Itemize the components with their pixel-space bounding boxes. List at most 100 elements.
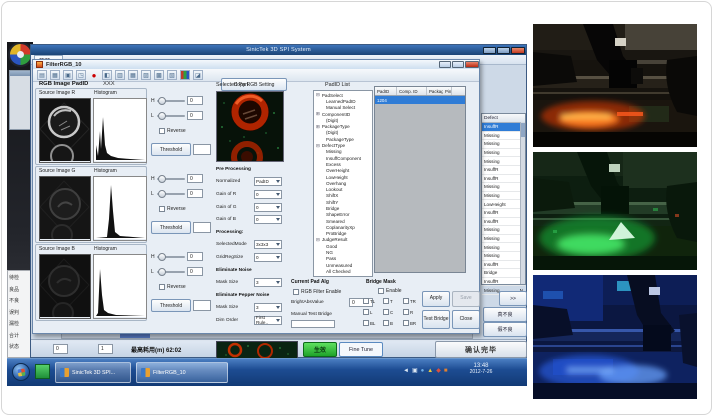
- l-slider-g[interactable]: [157, 190, 185, 198]
- param-dropdown[interactable]: 0: [254, 203, 282, 212]
- pad-table-selected-row[interactable]: 1204: [375, 96, 465, 104]
- param-dropdown[interactable]: 3: [254, 303, 282, 312]
- defect-row[interactable]: InsuffRN: [482, 218, 525, 227]
- tree-item[interactable]: All Checked: [316, 268, 372, 274]
- param-dropdown[interactable]: First Rule..: [254, 316, 282, 325]
- rgb-filter-icon[interactable]: [180, 70, 190, 80]
- bridge-mask-cell[interactable]: BR: [403, 320, 423, 326]
- defect-row[interactable]: MissingN: [482, 140, 525, 149]
- minimize-icon[interactable]: [483, 47, 496, 54]
- grid-icon[interactable]: ▦: [128, 70, 138, 80]
- dialog-close-icon[interactable]: [465, 61, 479, 68]
- print-icon[interactable]: ▣: [63, 70, 73, 80]
- save-button[interactable]: Save: [452, 291, 480, 307]
- reverse-checkbox-b[interactable]: [159, 284, 165, 290]
- source-image-b[interactable]: [39, 254, 91, 319]
- threshold-value-b[interactable]: [193, 300, 211, 311]
- threshold-value-r[interactable]: [193, 144, 211, 155]
- tray-icon[interactable]: ▲: [427, 368, 433, 374]
- param-dropdown[interactable]: 0: [254, 190, 282, 199]
- defect-row[interactable]: MissingN: [482, 132, 525, 141]
- close-icon[interactable]: [511, 47, 525, 54]
- close-button[interactable]: Close: [452, 310, 480, 329]
- source-image-r[interactable]: [39, 98, 91, 163]
- main-window-titlebar[interactable]: SinicTek 3D SPI System: [31, 45, 526, 55]
- rgb-filter-checkbox[interactable]: [293, 289, 299, 295]
- help-icon[interactable]: ◪: [193, 70, 203, 80]
- status-value-2[interactable]: 1: [98, 344, 113, 354]
- l-slider-b[interactable]: [157, 268, 185, 276]
- rgb-filter-enable[interactable]: RGB Filter Enable: [293, 289, 341, 295]
- confirm-complete-button[interactable]: 确认完毕: [435, 341, 527, 358]
- expand-icon[interactable]: ⊟: [316, 92, 320, 98]
- pad-table-column-header[interactable]: Comp. ID: [397, 87, 427, 95]
- test-bridge-button[interactable]: Test Bridge: [422, 310, 450, 329]
- bridge-mask-cell[interactable]: C: [383, 309, 403, 315]
- h-slider-b[interactable]: [157, 253, 185, 261]
- zoom-icon[interactable]: ◧: [102, 70, 112, 80]
- source-image-g[interactable]: [39, 176, 91, 241]
- bridge-mask-cell[interactable]: T: [383, 298, 403, 304]
- defect-row[interactable]: MissingN: [482, 192, 525, 201]
- expand-icon[interactable]: ⊞: [316, 111, 320, 117]
- bridge-mask-cell[interactable]: BL: [363, 320, 383, 326]
- param-dropdown[interactable]: 0: [254, 215, 282, 224]
- fine-tune-button[interactable]: Fine Tune: [339, 342, 383, 357]
- defect-row[interactable]: InsuffRN: [482, 209, 525, 218]
- taskbar-clock[interactable]: 13:48 2012-7-26: [455, 363, 507, 375]
- l-value-r[interactable]: 0: [187, 111, 203, 120]
- camera-icon[interactable]: ◳: [76, 70, 86, 80]
- save-icon[interactable]: ▦: [50, 70, 60, 80]
- defect-row[interactable]: BridgeN: [482, 269, 525, 278]
- apply-button[interactable]: Apply: [422, 291, 450, 307]
- measure-icon[interactable]: ▥: [115, 70, 125, 80]
- l-value-b[interactable]: 0: [187, 267, 203, 276]
- dialog-maximize-icon[interactable]: [452, 61, 464, 68]
- threshold-button-b[interactable]: Threshold: [151, 299, 191, 312]
- pad-table-column-header[interactable]: Package: [427, 87, 443, 95]
- l-slider-r[interactable]: [157, 112, 185, 120]
- run-button[interactable]: 生效: [303, 342, 337, 357]
- h-slider-g[interactable]: [157, 175, 185, 183]
- tray-icon[interactable]: ◆: [436, 368, 441, 374]
- more-defects-button[interactable]: >>: [499, 291, 527, 306]
- tray-icon[interactable]: ◄: [403, 368, 409, 374]
- tray-icon[interactable]: ▣: [412, 368, 418, 374]
- selected-part-image[interactable]: [216, 91, 284, 162]
- defect-row[interactable]: MissingN: [482, 243, 525, 252]
- background-window[interactable]: [9, 70, 31, 130]
- param-dropdown[interactable]: PadID: [254, 177, 282, 186]
- reverse-checkbox-r[interactable]: [159, 128, 165, 134]
- param-dropdown[interactable]: 3x3x3: [254, 240, 282, 249]
- defect-row[interactable]: InsuffRN: [482, 123, 525, 132]
- expand-icon[interactable]: ⊟: [316, 143, 320, 149]
- expand-icon[interactable]: ⊟: [316, 237, 320, 243]
- taskbar-app-button[interactable]: SinicTek 3D SPI...: [55, 362, 131, 383]
- h-value-b[interactable]: 0: [187, 252, 203, 261]
- param-dropdown[interactable]: 0: [254, 253, 282, 262]
- desktop-shortcut-icon[interactable]: [35, 364, 50, 379]
- reverse-checkbox-g[interactable]: [159, 206, 165, 212]
- defect-row[interactable]: MissingN: [482, 183, 525, 192]
- defect-column-header[interactable]: Defect: [482, 114, 525, 123]
- threshold-value-g[interactable]: [193, 222, 211, 233]
- false-defect-button[interactable]: 假不良: [483, 322, 527, 337]
- param-dropdown[interactable]: 3: [254, 278, 282, 287]
- expand-icon[interactable]: ⊞: [316, 124, 320, 130]
- pad-table-column-header[interactable]: Pin: [443, 87, 452, 95]
- bridge-cell-checkbox[interactable]: [383, 309, 389, 315]
- pad-table-column-header[interactable]: PadID: [375, 87, 397, 95]
- defect-row[interactable]: MissingN: [482, 235, 525, 244]
- defect-scrollbar[interactable]: [520, 122, 525, 284]
- bridge-mask-enable[interactable]: Enable: [378, 288, 402, 294]
- bridge-cell-checkbox[interactable]: [363, 298, 369, 304]
- image-icon[interactable]: ▨: [141, 70, 151, 80]
- tray-icon[interactable]: ■: [444, 368, 448, 374]
- defect-row[interactable]: LowHeightN: [482, 200, 525, 209]
- bridge-cell-checkbox[interactable]: [383, 298, 389, 304]
- start-button[interactable]: [12, 363, 30, 381]
- tray-icon[interactable]: ●: [421, 368, 425, 374]
- l-value-g[interactable]: 0: [187, 189, 203, 198]
- taskbar-app-button[interactable]: FilterRGB_10: [136, 362, 228, 383]
- defect-row[interactable]: MissingN: [482, 252, 525, 261]
